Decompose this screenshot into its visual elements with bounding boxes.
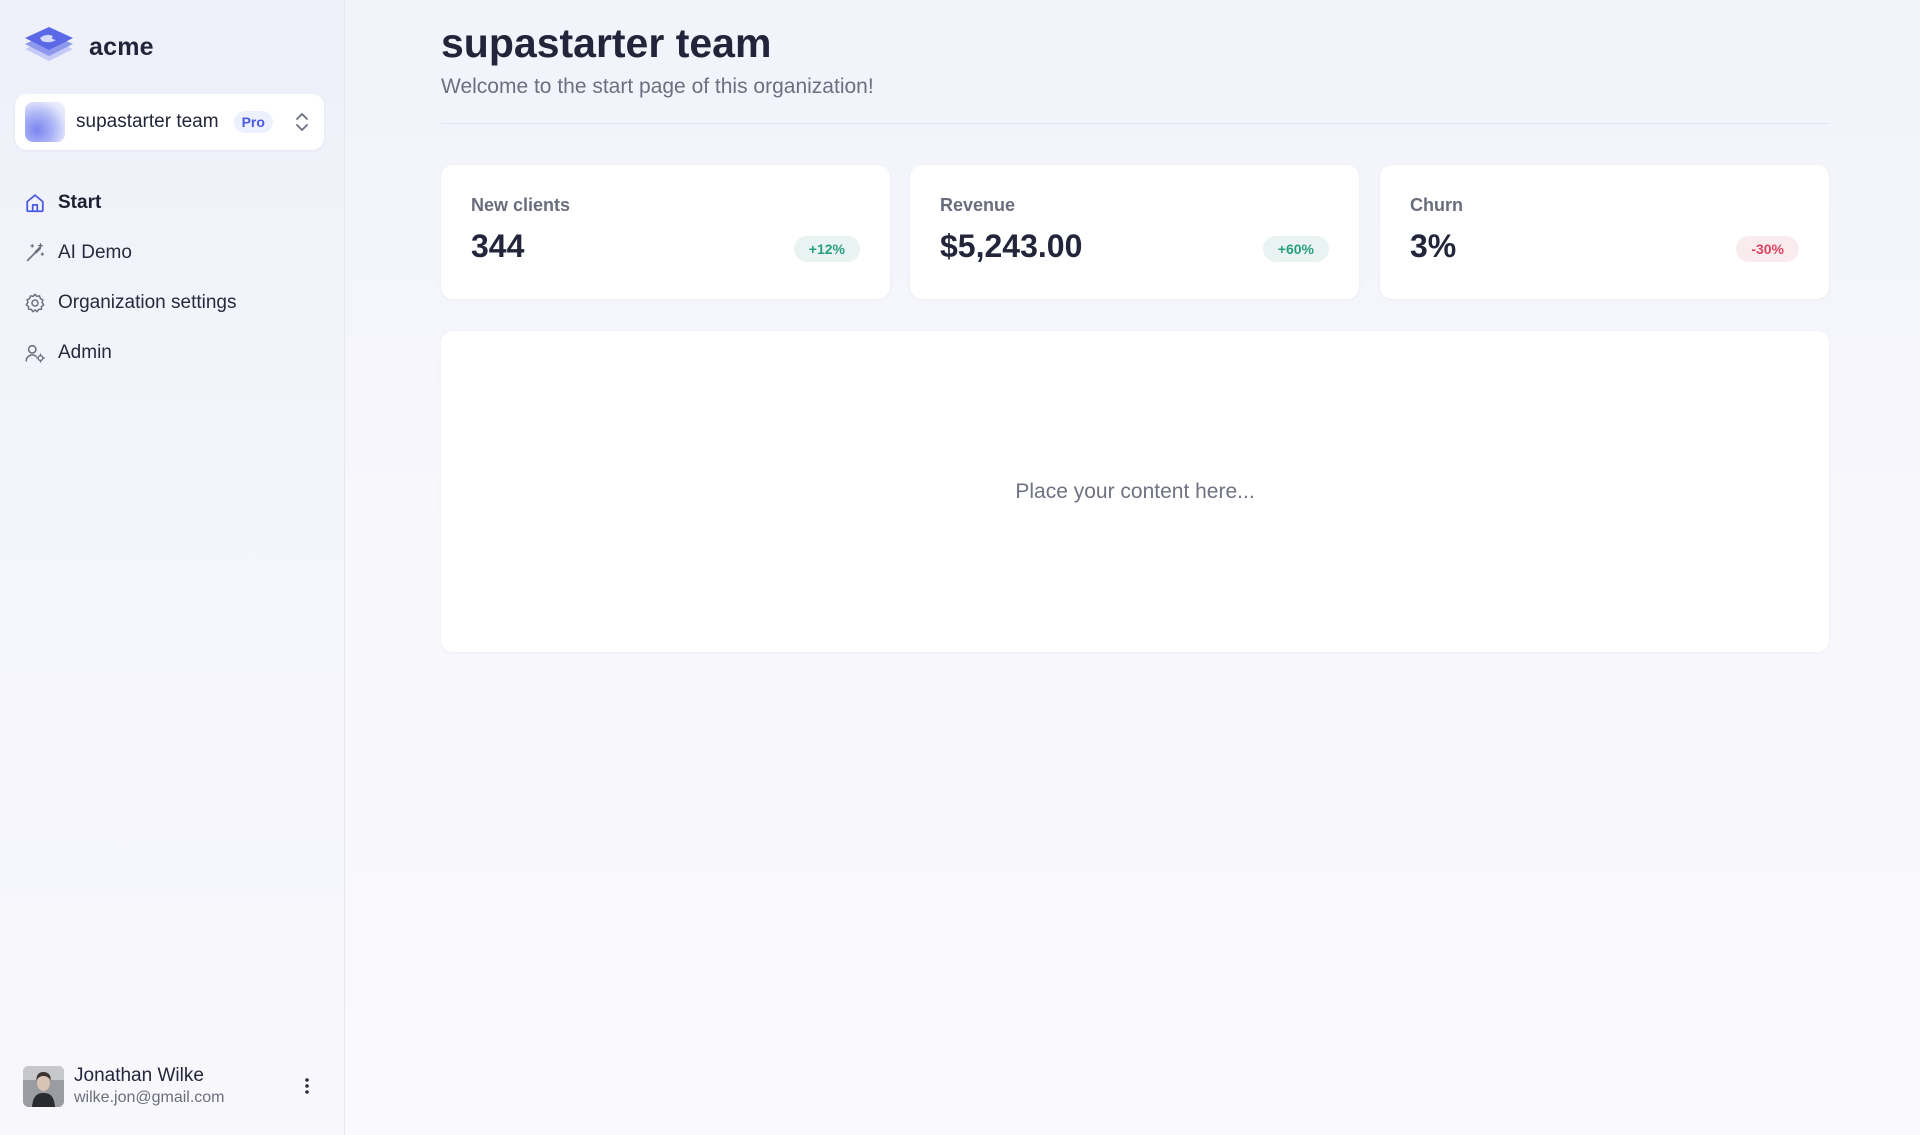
stat-delta-badge: +12%	[793, 236, 860, 262]
plan-badge: Pro	[233, 111, 273, 133]
stat-label: New clients	[471, 195, 571, 215]
gear-icon	[25, 293, 45, 313]
user-name: Jonathan Wilke	[74, 1065, 204, 1086]
sidebar-item-label: AI Demo	[58, 242, 132, 263]
page-subtitle: Welcome to the start page of this organi…	[441, 75, 874, 98]
stat-label: Churn	[1410, 195, 1463, 215]
sidebar-item-start[interactable]: Start	[24, 178, 324, 228]
user-cog-icon	[25, 344, 46, 363]
stat-delta-badge: +60%	[1262, 236, 1329, 262]
sidebar: acme supastarter team Pro Start AI Demo …	[0, 0, 345, 1135]
sidebar-item-label: Admin	[58, 342, 112, 363]
page-title: supastarter team	[441, 20, 772, 66]
sidebar-item-ai-demo[interactable]: AI Demo	[24, 228, 324, 278]
stat-value: 344	[471, 228, 525, 264]
organization-name: supastarter team	[76, 111, 219, 132]
user-email: wilke.jon@gmail.com	[74, 1089, 225, 1106]
more-vertical-icon[interactable]	[297, 1075, 317, 1097]
content-placeholder-card: Place your content here...	[441, 331, 1829, 652]
brand[interactable]: acme	[23, 24, 154, 70]
stat-card-new-clients: New clients 344 +12%	[441, 165, 890, 299]
divider	[441, 123, 1829, 124]
stat-card-churn: Churn 3% -30%	[1380, 165, 1829, 299]
stat-value: $5,243.00	[940, 228, 1083, 264]
sidebar-item-admin[interactable]: Admin	[24, 328, 324, 378]
stat-card-revenue: Revenue $5,243.00 +60%	[910, 165, 1359, 299]
chevron-up-down-icon	[296, 113, 308, 131]
stat-label: Revenue	[940, 195, 1016, 215]
sidebar-item-label: Start	[58, 192, 102, 213]
sidebar-item-organization-settings[interactable]: Organization settings	[24, 278, 324, 328]
user-info: Jonathan Wilke wilke.jon@gmail.com	[74, 1065, 225, 1107]
magic-wand-icon	[26, 243, 45, 262]
home-icon	[26, 194, 44, 213]
organization-switcher[interactable]: supastarter team Pro	[15, 94, 324, 150]
avatar	[23, 1065, 64, 1107]
organization-avatar	[25, 102, 65, 142]
layers-logo-icon	[25, 27, 73, 61]
sidebar-item-label: Organization settings	[58, 292, 237, 313]
content-placeholder-text: Place your content here...	[1015, 479, 1255, 503]
sidebar-nav: Start AI Demo Organization settings Admi…	[24, 178, 324, 378]
brand-name: acme	[89, 32, 154, 61]
stat-delta-badge: -30%	[1736, 236, 1799, 262]
user-menu[interactable]: Jonathan Wilke wilke.jon@gmail.com	[23, 1064, 323, 1108]
stat-value: 3%	[1410, 228, 1457, 264]
